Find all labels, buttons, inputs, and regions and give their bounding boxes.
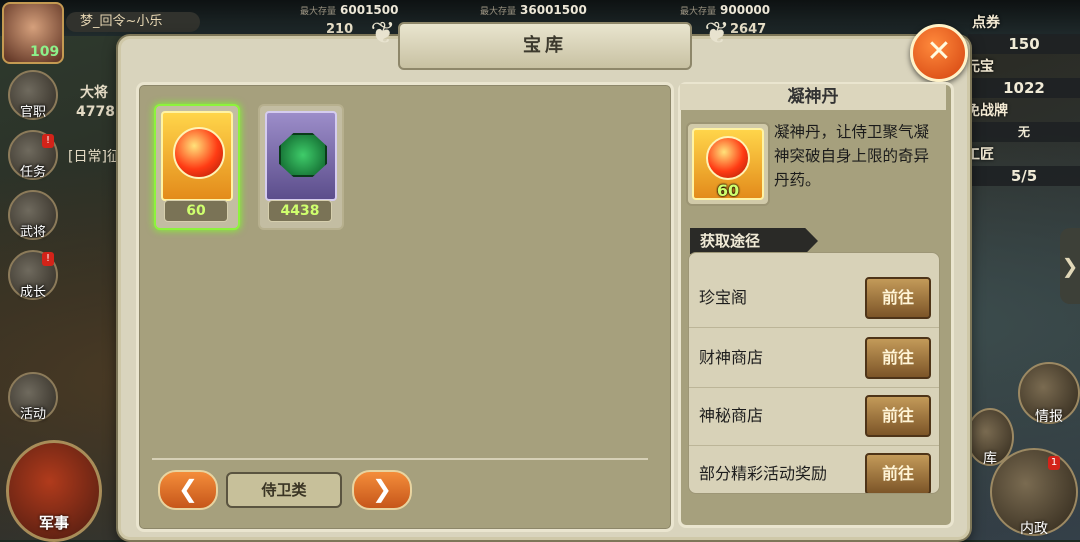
prev-page-button[interactable]: ❮	[158, 470, 218, 510]
craftsman-value: 5/5	[968, 166, 1080, 186]
goto-button[interactable]: 前往	[865, 395, 931, 437]
goto-button[interactable]: 前往	[865, 453, 931, 493]
source-row: 部分精彩活动奖励 前往	[689, 445, 939, 493]
task-alert-badge: !	[42, 134, 54, 148]
truce-label: 免战牌	[966, 103, 1008, 119]
coupon-value: 150	[968, 34, 1080, 54]
coupon-label: 点券	[972, 15, 1000, 31]
military-button[interactable]: 军事	[6, 440, 102, 542]
detail-item-count: 60	[716, 181, 740, 200]
acquire-sources-list: 珍宝阁 前往 财神商店 前往 神秘商店 前往 部分精彩活动奖励 前往	[688, 252, 940, 494]
craftsman-label: 工匠	[966, 147, 994, 163]
detail-item-icon: 60	[686, 122, 770, 206]
grid-divider	[152, 458, 648, 460]
domestic-alert-badge: 1	[1048, 456, 1060, 470]
pill-icon	[161, 111, 233, 201]
truce-value: 无	[968, 122, 1080, 142]
dragon-ornament-right: ❦	[704, 16, 730, 51]
source-name: 部分精彩活动奖励	[699, 464, 828, 483]
resource-2: 最大存量 36001500	[480, 3, 587, 17]
source-name: 珍宝阁	[699, 288, 748, 307]
goto-button[interactable]: 前往	[865, 277, 931, 319]
side-expand-arrow[interactable]: ❯	[1060, 228, 1080, 304]
item-count: 4438	[268, 200, 332, 222]
inventory-item-condensed-pill[interactable]: 60	[154, 104, 240, 230]
jade-bagua-icon	[265, 111, 337, 201]
player-name: 梦_回令~小乐	[66, 12, 200, 32]
small-count-1: 210	[326, 22, 354, 37]
close-button[interactable]: ✕	[910, 24, 968, 82]
source-row: 神秘商店 前往	[689, 387, 939, 446]
growth-alert-badge: !	[42, 252, 54, 266]
acquire-sources-header: 获取途径	[690, 228, 818, 254]
next-page-button[interactable]: ❯	[352, 470, 412, 510]
item-count: 60	[164, 200, 228, 222]
player-level: 109	[30, 44, 60, 60]
goto-button[interactable]: 前往	[865, 337, 931, 379]
source-row: 财神商店 前往	[689, 329, 939, 388]
general-value: 4778	[76, 104, 115, 120]
window-title: 宝库	[398, 22, 692, 70]
source-name: 神秘商店	[699, 406, 764, 425]
yuanbao-label: 元宝	[966, 59, 994, 75]
source-row: 珍宝阁 前往	[689, 269, 939, 328]
office-button[interactable]: 官职	[8, 70, 58, 120]
source-name: 财神商店	[699, 348, 764, 367]
domestic-button[interactable]: 内政	[990, 448, 1078, 537]
yuanbao-value: 1022	[968, 78, 1080, 98]
inventory-item-jade[interactable]: 4438	[258, 104, 344, 230]
intel-button[interactable]: 情报	[1018, 362, 1080, 425]
generals-button[interactable]: 武将	[8, 190, 58, 240]
category-selector[interactable]: 侍卫类	[226, 472, 342, 508]
general-label: 大将	[80, 85, 108, 101]
item-name: 凝神丹	[680, 84, 946, 110]
daily-quest-text: [日常]征	[68, 149, 121, 165]
item-description: 凝神丹，让侍卫聚气凝神突破自身上限的奇异丹药。	[774, 123, 930, 189]
activity-button[interactable]: 活动	[8, 372, 58, 422]
